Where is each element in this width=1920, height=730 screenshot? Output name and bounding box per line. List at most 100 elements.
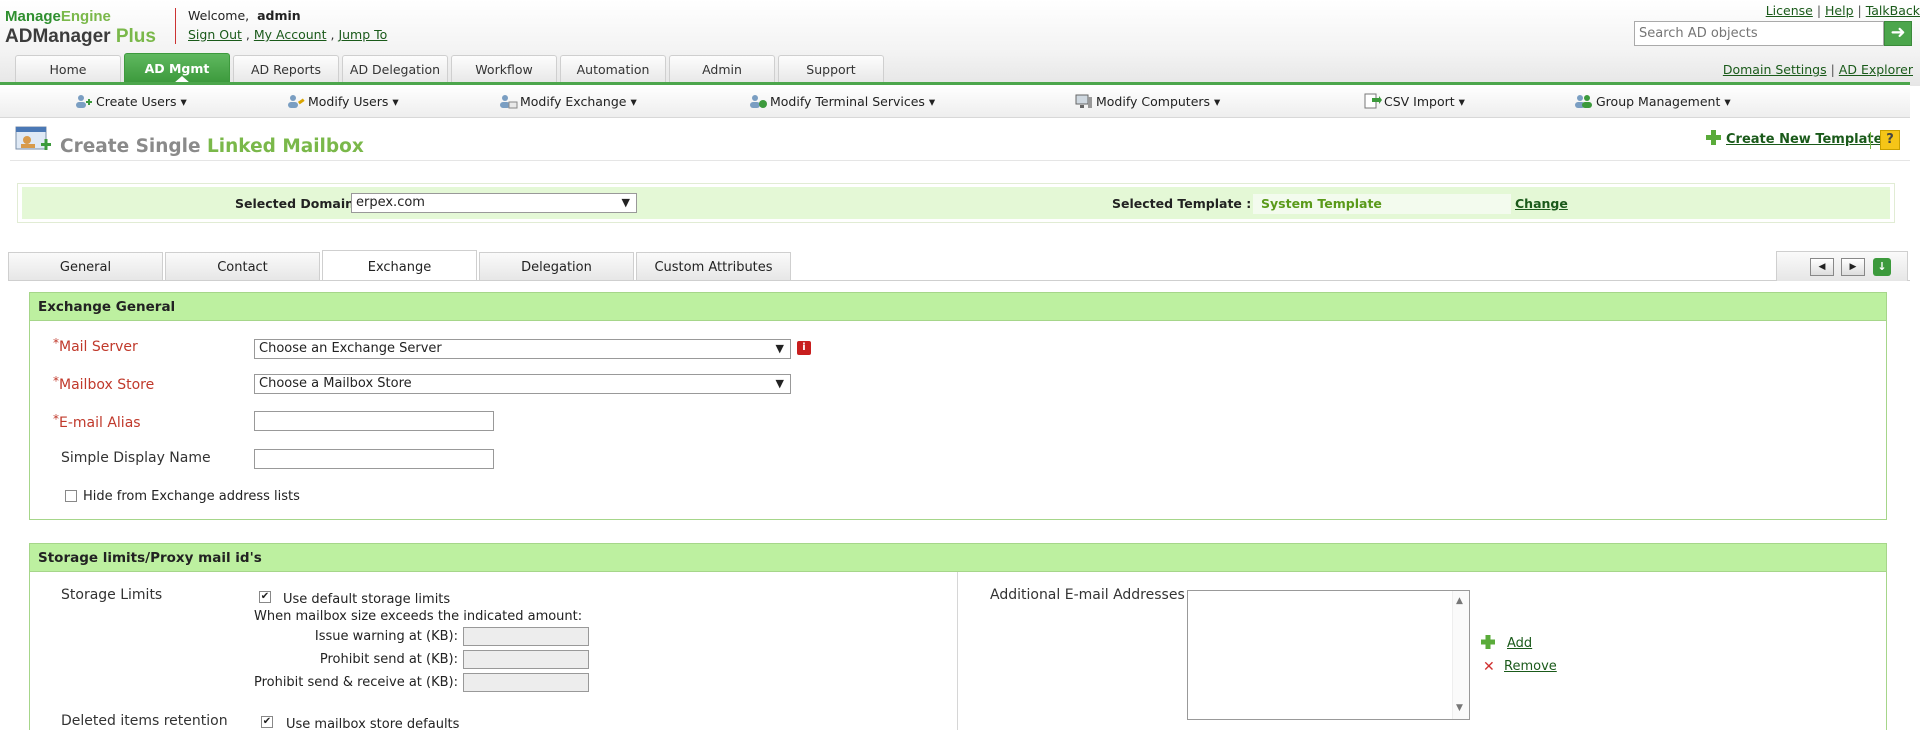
- help-icon[interactable]: ?: [1880, 130, 1900, 150]
- tab-ad-delegation[interactable]: AD Delegation: [342, 55, 448, 82]
- menu-csv-import[interactable]: CSV Import ▾: [1362, 93, 1465, 109]
- jump-to-link[interactable]: Jump To: [338, 27, 387, 42]
- additional-email-addresses-list[interactable]: ▲ ▼: [1187, 590, 1470, 720]
- tab-home[interactable]: Home: [15, 55, 121, 82]
- search-go-button[interactable]: ➜: [1884, 21, 1912, 46]
- mailbox-store-select[interactable]: Choose a Mailbox Store ▼: [254, 374, 791, 394]
- issue-warning-input[interactable]: [463, 627, 589, 646]
- hide-from-address-lists-checkbox[interactable]: [65, 490, 77, 502]
- separator: |: [1830, 62, 1835, 77]
- tab-ad-reports[interactable]: AD Reports: [233, 55, 339, 82]
- prohibit-send-input[interactable]: [463, 650, 589, 669]
- tab-admin[interactable]: Admin: [669, 55, 775, 82]
- ad-explorer-link[interactable]: AD Explorer: [1839, 62, 1913, 77]
- domain-settings-link[interactable]: Domain Settings: [1723, 62, 1827, 77]
- mailbox-store-label: *Mailbox Store: [53, 374, 154, 393]
- username: admin: [257, 8, 301, 23]
- arrow-right-icon: ➜: [1890, 22, 1906, 43]
- title-divider: [10, 160, 1910, 161]
- manageengine-logo: ManageEngine: [5, 8, 111, 25]
- use-default-storage-label: Use default storage limits: [283, 592, 451, 607]
- hide-from-address-lists-label: Hide from Exchange address lists: [83, 489, 300, 504]
- menu-modify-users[interactable]: Modify Users ▾: [286, 93, 399, 109]
- additional-email-addresses-label: Additional E-mail Addresses: [990, 587, 1185, 603]
- my-account-link[interactable]: My Account: [254, 27, 327, 42]
- email-alias-label-text: E-mail Alias: [59, 415, 141, 431]
- menu-group-management[interactable]: Group Management ▾: [1574, 93, 1731, 109]
- computer-icon: [1075, 94, 1092, 108]
- talkback-link[interactable]: TalkBack: [1866, 3, 1920, 18]
- menu-modify-exchange[interactable]: Modify Exchange ▾: [498, 93, 637, 109]
- tabs-baseline: [8, 280, 1910, 281]
- tab-contact[interactable]: Contact: [165, 252, 320, 281]
- use-mailbox-store-defaults-checkbox[interactable]: ✔: [261, 716, 273, 728]
- menu-label: CSV Import ▾: [1384, 94, 1465, 109]
- selected-domain-label: Selected Domain:: [235, 196, 360, 211]
- tab-workflow[interactable]: Workflow: [451, 55, 557, 82]
- simple-display-name-input[interactable]: [254, 449, 494, 469]
- page-title: Create Single Linked Mailbox: [60, 136, 364, 157]
- plus-icon: [1705, 129, 1722, 150]
- listbox-scrollbar[interactable]: ▲ ▼: [1452, 591, 1469, 719]
- tab-custom-attributes[interactable]: Custom Attributes: [636, 252, 791, 281]
- simple-display-name-label: Simple Display Name: [61, 450, 211, 466]
- deleted-items-retention-label: Deleted items retention: [61, 713, 228, 729]
- next-tab-button[interactable]: ▶: [1841, 258, 1865, 276]
- domain-links: Domain Settings | AD Explorer: [1723, 62, 1913, 77]
- exceeds-amount-text: When mailbox size exceeds the indicated …: [254, 609, 583, 624]
- logo-text-admanager: ADManager: [5, 26, 111, 47]
- menu-label: Modify Terminal Services ▾: [770, 94, 936, 109]
- tab-exchange[interactable]: Exchange: [322, 250, 477, 281]
- menu-label: Modify Users ▾: [308, 94, 399, 109]
- terminal-services-icon: [750, 95, 767, 108]
- form-tabs: General Contact Exchange Delegation Cust…: [8, 250, 793, 281]
- license-link[interactable]: License: [1766, 3, 1813, 18]
- use-mailbox-store-defaults-label: Use mailbox store defaults: [286, 717, 460, 730]
- main-nav-tabs: Home AD Mgmt AD Reports AD Delegation Wo…: [15, 53, 887, 82]
- domain-select[interactable]: erpex.com ▼: [351, 193, 637, 213]
- remove-x-icon: ✕: [1483, 659, 1495, 675]
- prohibit-send-receive-input[interactable]: [463, 673, 589, 692]
- menu-modify-computers[interactable]: Modify Computers ▾: [1074, 93, 1220, 109]
- welcome-label: Welcome,: [188, 8, 250, 23]
- help-link[interactable]: Help: [1825, 3, 1854, 18]
- dropdown-arrow-icon: ▼: [775, 377, 784, 390]
- info-icon[interactable]: i: [797, 341, 811, 355]
- scroll-down-icon[interactable]: ▼: [1456, 703, 1463, 713]
- use-default-storage-checkbox[interactable]: ✔: [259, 591, 271, 603]
- separator: ,: [330, 27, 335, 42]
- add-plus-icon: [1480, 634, 1496, 654]
- tab-delegation[interactable]: Delegation: [479, 252, 634, 281]
- selected-template-value: System Template: [1253, 194, 1511, 214]
- menu-create-users[interactable]: Create Users ▾: [74, 93, 187, 109]
- change-template-link[interactable]: Change: [1515, 196, 1568, 211]
- tab-general[interactable]: General: [8, 252, 163, 281]
- remove-address-link[interactable]: Remove: [1504, 659, 1557, 674]
- menu-label: Modify Computers ▾: [1096, 94, 1221, 109]
- prohibit-send-label: Prohibit send at (KB):: [319, 652, 458, 667]
- help-separator: [1870, 132, 1871, 149]
- separator: |: [1816, 3, 1822, 18]
- tab-support[interactable]: Support: [778, 55, 884, 82]
- menu-label: Group Management ▾: [1596, 94, 1731, 109]
- add-address-link[interactable]: Add: [1507, 636, 1532, 651]
- scroll-up-icon[interactable]: ▲: [1456, 596, 1463, 606]
- expand-down-button[interactable]: ↓: [1873, 258, 1891, 276]
- triangle-left-icon: ◀: [1818, 262, 1826, 272]
- sign-out-link[interactable]: Sign Out: [188, 27, 242, 42]
- create-new-template-link[interactable]: Create New Template: [1726, 132, 1882, 147]
- arrow-down-icon: ↓: [1877, 260, 1887, 273]
- mail-server-select[interactable]: Choose an Exchange Server ▼: [254, 339, 791, 359]
- prev-tab-button[interactable]: ◀: [1810, 258, 1834, 276]
- menu-modify-terminal-services[interactable]: Modify Terminal Services ▾: [748, 93, 935, 109]
- exchange-icon: [500, 95, 518, 109]
- mailbox-store-select-value: Choose a Mailbox Store: [259, 376, 412, 391]
- email-alias-input[interactable]: [254, 411, 494, 431]
- logo-text-plus: Plus: [115, 26, 156, 47]
- menu-label: Create Users ▾: [96, 94, 187, 109]
- search-input[interactable]: [1634, 21, 1884, 46]
- tab-automation[interactable]: Automation: [560, 55, 666, 82]
- issue-warning-label: Issue warning at (KB):: [314, 629, 458, 644]
- mail-server-label: *Mail Server: [53, 336, 138, 355]
- group-icon: [1575, 95, 1592, 108]
